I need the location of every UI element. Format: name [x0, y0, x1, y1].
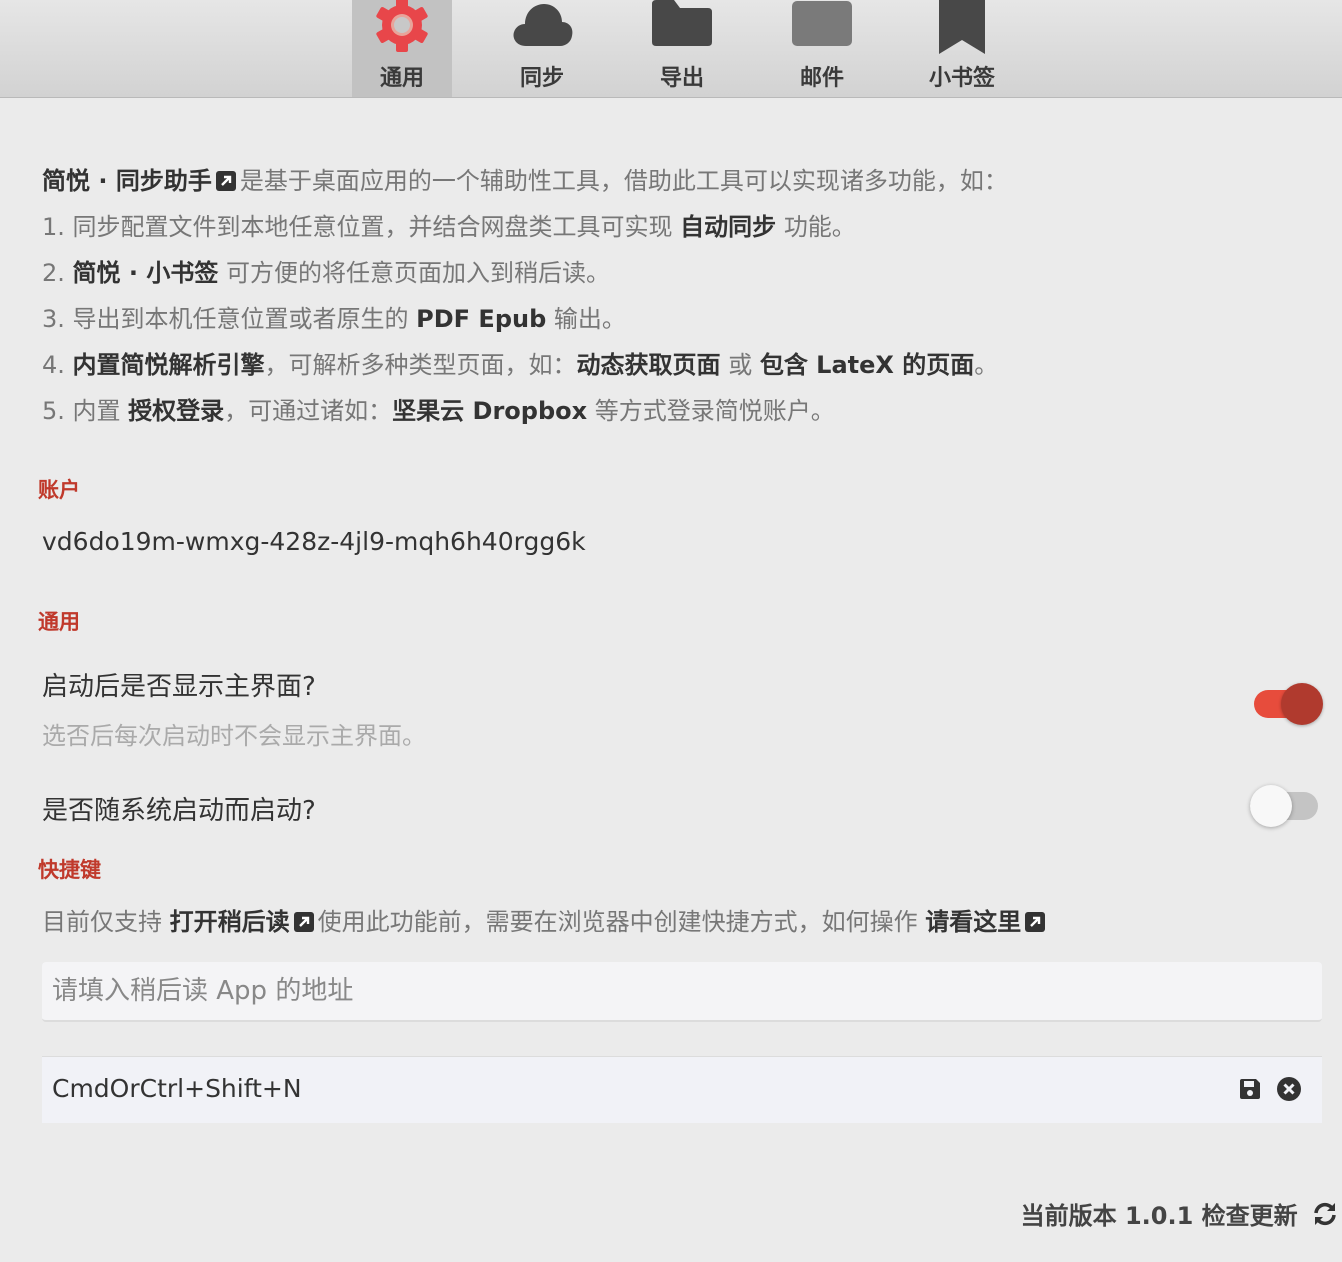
hotkey-value: CmdOrCtrl+Shift+N: [52, 1074, 302, 1103]
intro-bold: 自动同步: [680, 213, 777, 241]
intro-line: 2. 简悦 · 小书签 可方便的将任意页面加入到稍后读。: [42, 252, 1302, 298]
gear-icon: [352, 0, 452, 60]
external-link-icon[interactable]: [293, 912, 314, 932]
shortcut-text: 目前仅支持: [42, 908, 162, 936]
version-footer: 当前版本 1.0.1 检查更新: [1021, 1196, 1338, 1231]
cloud-icon: [492, 0, 592, 60]
folder-icon: [632, 0, 732, 60]
intro-text-span: 是基于桌面应用的一个辅助性工具，借助此工具可以实现诸多功能，如：: [239, 167, 1008, 195]
intro-bold: PDF Epub: [416, 305, 547, 333]
show-main-toggle[interactable]: [1254, 683, 1323, 725]
show-main-title: 启动后是否显示主界面?: [42, 672, 316, 702]
tab-export[interactable]: 导出: [632, 0, 732, 97]
intro-text-span: 5. 内置: [42, 397, 121, 425]
shortcut-section-title: 快捷键: [38, 858, 101, 882]
intro-text-span: 输出。: [553, 305, 626, 333]
intro-line: 1. 同步配置文件到本地任意位置，并结合网盘类工具可实现 自动同步 功能。: [42, 206, 1302, 252]
intro-line: 简悦 · 同步助手 是基于桌面应用的一个辅助性工具，借助此工具可以实现诸多功能，如…: [42, 160, 1302, 206]
shortcut-text: 使用此功能前，需要在浏览器中创建快捷方式，如何操作: [317, 908, 918, 936]
intro-line: 4. 内置简悦解析引擎，可解析多种类型页面，如：动态获取页面 或 包含 Late…: [42, 344, 1302, 390]
intro-bold: 动态获取页面: [576, 351, 721, 379]
save-icon[interactable]: [1238, 1077, 1262, 1101]
tab-label: 邮件: [799, 66, 844, 91]
intro-bold: 内置简悦解析引擎: [72, 351, 265, 379]
tab-general[interactable]: 通用: [352, 0, 452, 97]
intro-bold: 授权登录: [128, 397, 225, 425]
mail-icon: [772, 0, 872, 60]
intro-text-span: 3. 导出到本机任意位置或者原生的: [42, 305, 409, 333]
account-id: vd6do19m-wmxg-428z-4jl9-mqh6h40rgg6k: [42, 527, 586, 556]
version-label: 当前版本 1.0.1: [1020, 1202, 1194, 1230]
refresh-icon[interactable]: [1312, 1201, 1338, 1227]
show-main-desc: 选否后每次启动时不会显示主界面。: [42, 722, 426, 750]
tab-label: 小书签: [928, 66, 995, 91]
clear-icon[interactable]: [1276, 1076, 1302, 1102]
help-link[interactable]: 请看这里: [925, 908, 1021, 936]
shortcut-bold: 打开稍后读: [169, 908, 290, 936]
intro-line: 5. 内置 授权登录，可通过诸如：坚果云 Dropbox 等方式登录简悦账户。: [42, 390, 1302, 436]
intro-text-span: 。: [974, 351, 999, 379]
intro-line: 3. 导出到本机任意位置或者原生的 PDF Epub 输出。: [42, 298, 1302, 344]
read-later-url-input[interactable]: [42, 962, 1322, 1022]
intro-text-span: 2.: [42, 259, 65, 287]
app-name: 简悦 · 同步助手: [42, 167, 212, 195]
account-section-title: 账户: [38, 478, 80, 502]
tab-label: 导出: [659, 66, 704, 91]
bookmark-icon: [912, 0, 1012, 60]
intro-bold: 坚果云 Dropbox: [392, 397, 588, 425]
general-section-title: 通用: [38, 610, 80, 634]
intro-text-span: 4.: [42, 351, 65, 379]
tab-label: 通用: [379, 66, 424, 91]
intro-text-span: 功能。: [783, 213, 856, 241]
toggle-knob: [1250, 785, 1292, 827]
intro-bold: 包含 LateX 的页面: [759, 351, 975, 379]
tab-mail[interactable]: 邮件: [772, 0, 872, 97]
toolbar: 通用 同步 导出 邮件 小书签: [0, 0, 1342, 98]
intro-bold: 简悦 · 小书签: [72, 259, 219, 287]
tab-bookmark[interactable]: 小书签: [912, 0, 1012, 97]
intro-text-span: 等方式登录简悦账户。: [594, 397, 835, 425]
intro-text: 简悦 · 同步助手 是基于桌面应用的一个辅助性工具，借助此工具可以实现诸多功能，如…: [42, 160, 1302, 436]
auto-start-title: 是否随系统启动而启动?: [42, 796, 316, 826]
intro-text-span: 1. 同步配置文件到本地任意位置，并结合网盘类工具可实现: [42, 213, 673, 241]
intro-text-span: ，可通过诸如：: [224, 397, 393, 425]
intro-text-span: ，可解析多种类型页面，如：: [264, 351, 577, 379]
check-update-link[interactable]: 检查更新: [1202, 1202, 1298, 1230]
shortcut-desc: 目前仅支持 打开稍后读 使用此功能前，需要在浏览器中创建快捷方式，如何操作 请看这…: [42, 902, 1049, 937]
external-link-icon[interactable]: [1025, 912, 1046, 932]
auto-start-toggle[interactable]: [1250, 785, 1318, 827]
toggle-knob: [1281, 683, 1323, 725]
external-link-icon[interactable]: [215, 171, 236, 191]
hotkey-field[interactable]: CmdOrCtrl+Shift+N: [42, 1056, 1322, 1123]
intro-text-span: 或: [728, 351, 753, 379]
intro-text-span: 可方便的将任意页面加入到稍后读。: [226, 259, 611, 287]
tab-sync[interactable]: 同步: [492, 0, 592, 97]
tab-label: 同步: [519, 66, 564, 91]
